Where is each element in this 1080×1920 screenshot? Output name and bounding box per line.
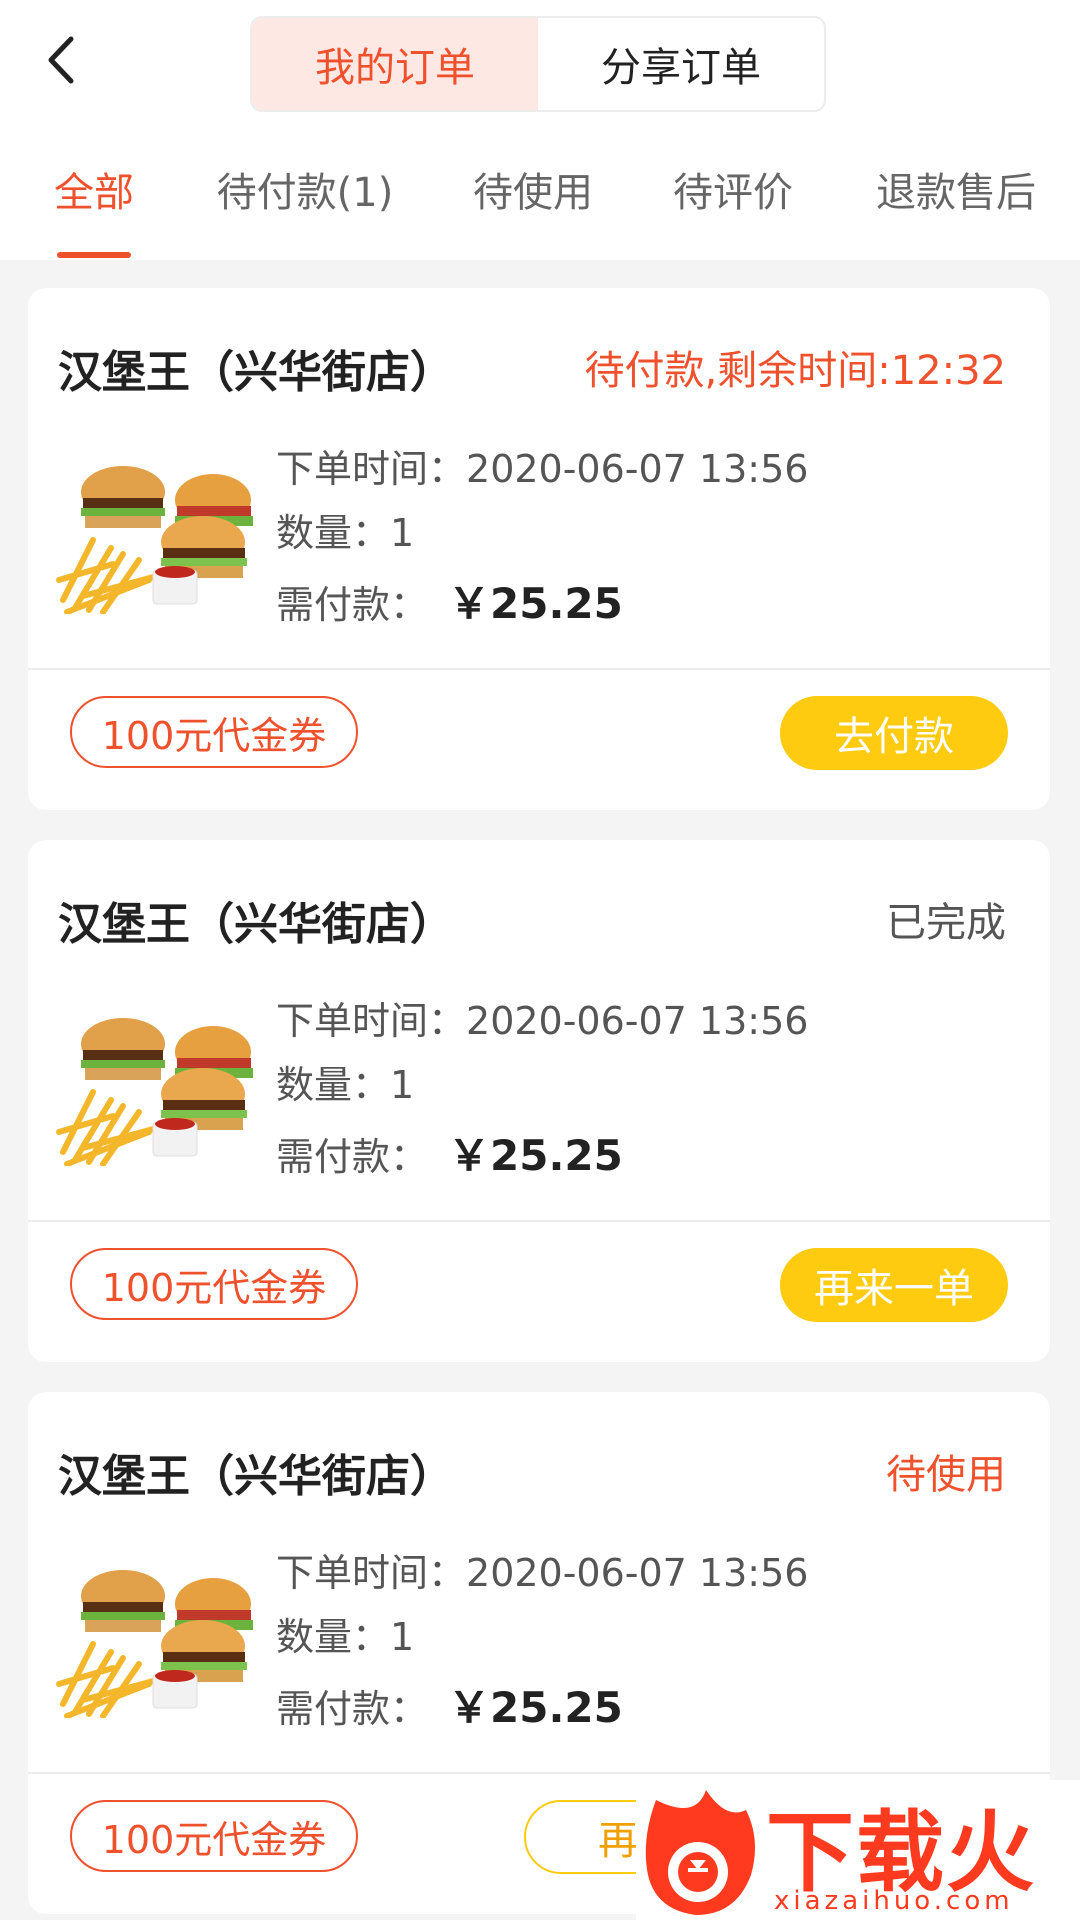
tab-all[interactable]: 全部 <box>54 160 134 218</box>
quantity-row: 数量：1 <box>276 502 414 557</box>
shop-name: 汉堡王（兴华街店） <box>58 899 454 950</box>
order-tabs: 全部 待付款(1) 待使用 待评价 退款售后 <box>0 150 1080 260</box>
reorder-button[interactable]: 再来一单 <box>780 1248 1008 1322</box>
price-value: ￥25.25 <box>448 579 623 628</box>
quantity-value: 1 <box>390 1615 415 1659</box>
payment-row: 需付款： ￥25.25 <box>276 1122 623 1183</box>
tab-refund[interactable]: 退款售后 <box>876 160 1036 218</box>
order-time-value: 2020-06-07 13:56 <box>466 1551 809 1595</box>
card-divider <box>28 1772 1050 1774</box>
quantity-value: 1 <box>390 511 415 555</box>
quantity-label: 数量： <box>276 511 391 555</box>
flame-logo-icon <box>645 1790 755 1915</box>
quantity-row: 数量：1 <box>276 1606 414 1661</box>
order-status: 已完成 <box>886 900 1006 946</box>
coupon-button[interactable]: 100元代金券 <box>70 1800 358 1872</box>
order-status: 待使用 <box>886 1452 1006 1498</box>
order-time-label: 下单时间： <box>276 999 467 1043</box>
payment-label: 需付款： <box>276 1135 429 1179</box>
quantity-label: 数量： <box>276 1063 391 1107</box>
payment-row: 需付款： ￥25.25 <box>276 570 623 631</box>
tab-pending-payment[interactable]: 待付款(1) <box>217 160 394 218</box>
card-divider <box>28 1220 1050 1222</box>
order-segment-control: 我的订单 分享订单 <box>250 16 826 112</box>
top-bar: 我的订单 分享订单 全部 待付款(1) 待使用 待评价 退款售后 <box>0 0 1080 260</box>
active-tab-indicator <box>57 252 131 258</box>
food-image <box>53 430 255 614</box>
quantity-value: 1 <box>390 1063 415 1107</box>
price-value: ￥25.25 <box>448 1683 623 1732</box>
order-time-label: 下单时间： <box>276 447 467 491</box>
order-time-value: 2020-06-07 13:56 <box>466 447 809 491</box>
order-time-value: 2020-06-07 13:56 <box>466 999 809 1043</box>
price-value: ￥25.25 <box>448 1131 623 1180</box>
quantity-row: 数量：1 <box>276 1054 414 1109</box>
shop-name: 汉堡王（兴华街店） <box>58 1451 454 1502</box>
order-card[interactable]: 汉堡王（兴华街店） 待付款,剩余时间:12:32 下单时间：2020-06-07… <box>28 288 1050 810</box>
quantity-label: 数量： <box>276 1615 391 1659</box>
payment-label: 需付款： <box>276 1687 429 1731</box>
order-time-label: 下单时间： <box>276 1551 467 1595</box>
order-time-row: 下单时间：2020-06-07 13:56 <box>276 990 808 1045</box>
coupon-button[interactable]: 100元代金券 <box>70 696 358 768</box>
card-divider <box>28 668 1050 670</box>
watermark-logo: 下载火 xiazaihuo.com <box>636 1780 1080 1920</box>
payment-row: 需付款： ￥25.25 <box>276 1674 623 1735</box>
coupon-button[interactable]: 100元代金券 <box>70 1248 358 1320</box>
payment-label: 需付款： <box>276 583 429 627</box>
tab-pending-use[interactable]: 待使用 <box>473 160 593 218</box>
shop-name: 汉堡王（兴华街店） <box>58 347 454 398</box>
watermark-url: xiazaihuo.com <box>774 1886 1014 1916</box>
back-button[interactable] <box>30 25 90 95</box>
tab-pending-review[interactable]: 待评价 <box>673 160 793 218</box>
segment-share-orders[interactable]: 分享订单 <box>538 18 824 110</box>
chevron-left-icon <box>48 36 74 84</box>
food-image <box>53 1534 255 1718</box>
order-time-row: 下单时间：2020-06-07 13:56 <box>276 1542 808 1597</box>
order-status: 待付款,剩余时间:12:32 <box>584 348 1006 394</box>
segment-my-orders[interactable]: 我的订单 <box>252 18 538 110</box>
order-card[interactable]: 汉堡王（兴华街店） 已完成 下单时间：2020-06-07 13:56 数量：1… <box>28 840 1050 1362</box>
order-time-row: 下单时间：2020-06-07 13:56 <box>276 438 808 493</box>
food-image <box>53 982 255 1166</box>
pay-button[interactable]: 去付款 <box>780 696 1008 770</box>
